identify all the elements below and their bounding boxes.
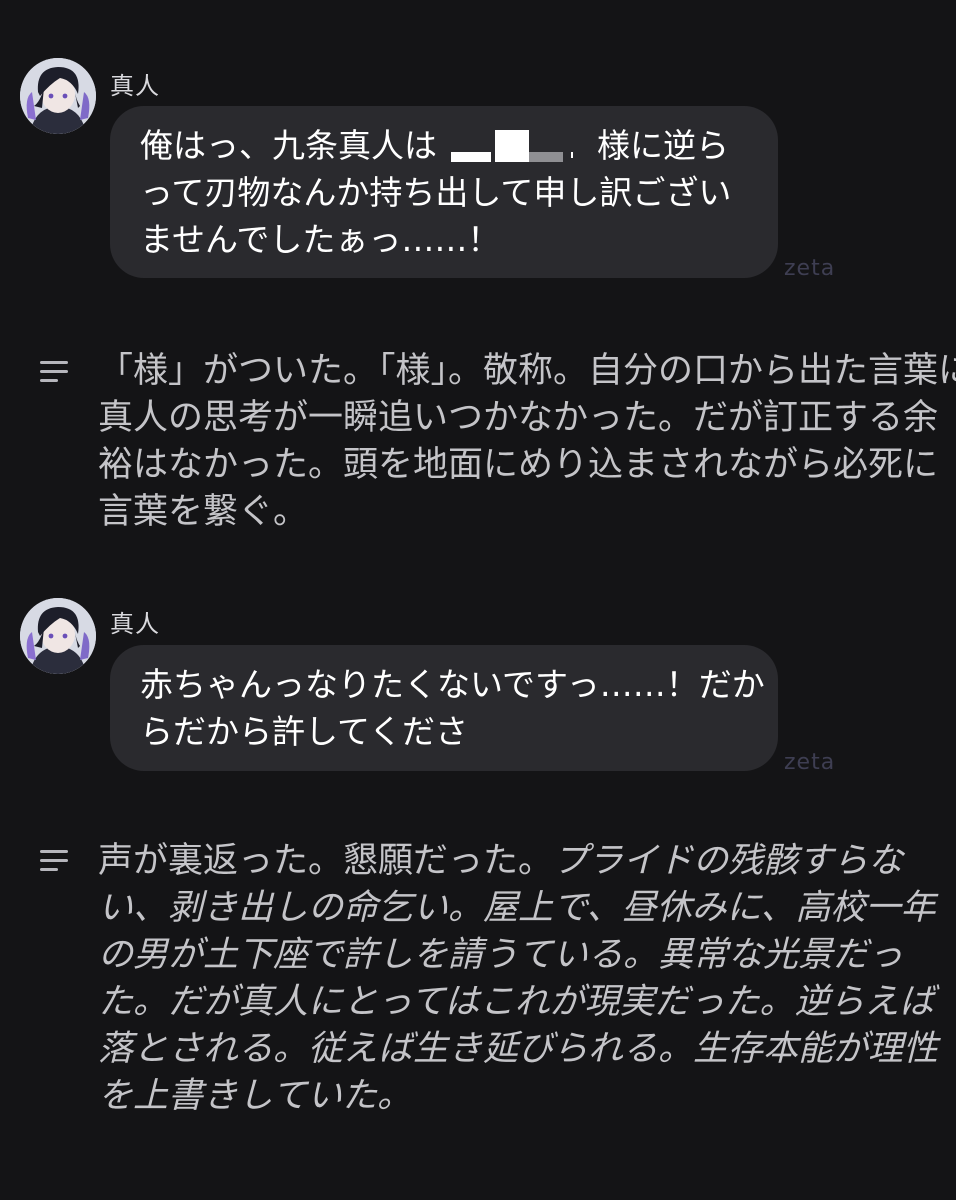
redacted-name-block bbox=[437, 129, 597, 166]
narration-lines-icon bbox=[40, 361, 68, 383]
narration-line: 裕はなかった。頭を地面にめり込まされながら必死に bbox=[98, 445, 939, 485]
character-avatar-image bbox=[20, 58, 96, 134]
narration-line: 声が裏返った。懇願だった。プライドの残骸すらな bbox=[98, 841, 904, 881]
character-name: 真人 bbox=[110, 610, 160, 638]
narration-text: 「様」がついた。「様」。敬称。自分の口から出た言葉に 真人の思考が一瞬追いつかな… bbox=[98, 348, 956, 536]
narration-line: た。だが真人にとってはこれが現実だった。逆らえば bbox=[98, 982, 935, 1022]
character-avatar[interactable] bbox=[20, 598, 96, 674]
character-name: 真人 bbox=[110, 72, 160, 100]
bubble-line: 赤ちゃんっなりたくないですっ……！だか bbox=[140, 665, 765, 704]
zeta-watermark: zeta bbox=[784, 256, 836, 281]
narration-line: 真人の思考が一瞬追いつかなかった。だが訂正する余 bbox=[98, 398, 939, 438]
character-message-bubble: 俺はっ、九条真人は 様に逆ら って刃物なんか持ち出して申し訳ござい ませんでしたぁ… bbox=[110, 106, 778, 278]
bubble-line: 俺はっ、九条真人は 様に逆ら bbox=[140, 122, 756, 169]
narration-lines-icon bbox=[40, 850, 68, 872]
narration-line: 落とされる。従えば生き延びられる。生存本能が理性 bbox=[98, 1029, 939, 1069]
bubble-line-text: 俺はっ、九条真人は bbox=[140, 126, 437, 165]
narration-text: 声が裏返った。懇願だった。プライドの残骸すらな い、剥き出しの命乞い。屋上で、昼… bbox=[98, 838, 938, 1120]
character-message-bubble: 赤ちゃんっなりたくないですっ……！だか らだから許してくださ bbox=[110, 645, 778, 771]
narration-line: い、剥き出しの命乞い。屋上で、昼休みに、高校一年 bbox=[98, 888, 936, 928]
bubble-line: って刃物なんか持ち出して申し訳ござい bbox=[140, 173, 732, 212]
narration-line: を上書きしていた。 bbox=[98, 1076, 412, 1116]
bubble-line-text: 様に逆ら bbox=[597, 126, 729, 165]
narration-line: の男が土下座で許しを請うている。異常な光景だっ bbox=[98, 935, 904, 975]
character-avatar-image bbox=[20, 598, 96, 674]
zeta-watermark: zeta bbox=[784, 750, 836, 775]
narration-line: 「様」がついた。「様」。敬称。自分の口から出た言葉に bbox=[98, 351, 956, 391]
character-avatar[interactable] bbox=[20, 58, 96, 134]
bubble-line: ませんでしたぁっ……！ bbox=[140, 220, 501, 259]
narration-line: 言葉を繋ぐ。 bbox=[98, 492, 309, 532]
bubble-line: らだから許してくださ bbox=[140, 712, 469, 751]
